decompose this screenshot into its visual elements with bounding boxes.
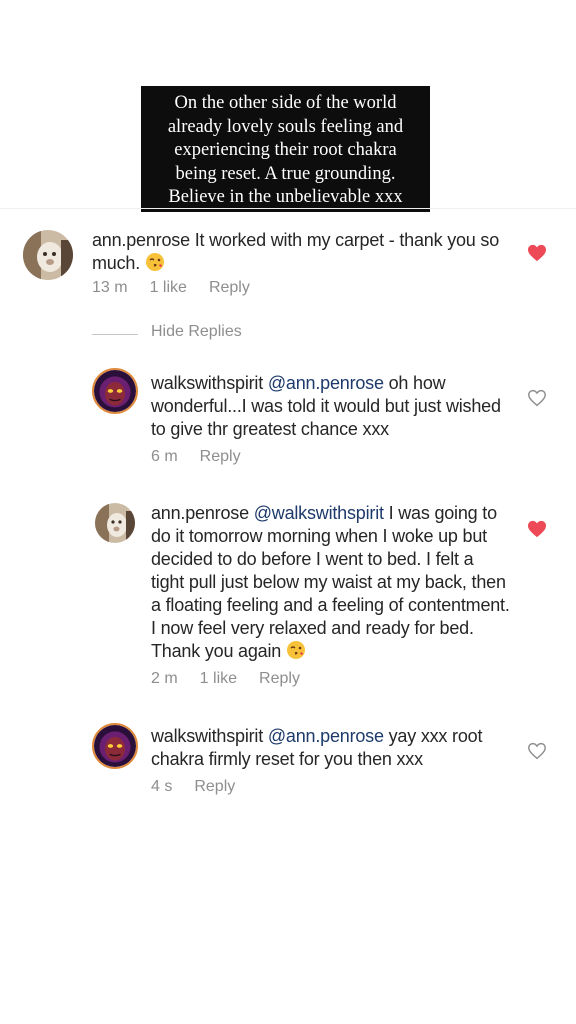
hide-replies-button[interactable]: Hide Replies (151, 323, 242, 341)
heart-icon-filled[interactable] (527, 244, 547, 262)
comment-text: to give thr greatest chance xxx (151, 419, 389, 439)
heart-icon-filled[interactable] (527, 520, 547, 538)
comment-time: 2 m (151, 670, 178, 687)
reply-button[interactable]: Reply (200, 448, 241, 465)
mention-link[interactable]: @ann.penrose (268, 373, 384, 393)
comment-likes[interactable]: 1 like (150, 279, 187, 296)
comment-username[interactable]: ann.penrose (151, 503, 249, 523)
mention-link[interactable]: @ann.penrose (268, 726, 384, 746)
story-caption: On the other side of the world already l… (141, 86, 430, 212)
comment-text: I now feel very relaxed and ready for be… (151, 618, 474, 638)
comment-text: a floating feeling and a feeling of cont… (151, 595, 510, 615)
thread-line (92, 334, 138, 335)
caption-line: being reset. A true grounding. (175, 163, 396, 184)
comment-text: Thank you again (151, 641, 282, 661)
heart-icon-outline[interactable] (527, 389, 547, 407)
avatar[interactable] (92, 723, 138, 769)
heart-icon-outline[interactable] (527, 742, 547, 760)
avatar[interactable] (92, 368, 138, 414)
comment-username[interactable]: ann.penrose (92, 230, 190, 250)
comment-text: decided to do before I went to bed. I fe… (151, 549, 474, 569)
comment-text: tight pull just below my waist at my bac… (151, 572, 506, 592)
comment-username[interactable]: walkswithspirit (151, 726, 263, 746)
caption-line: already lovely souls feeling and (167, 116, 404, 137)
kiss-face-emoji (145, 253, 164, 271)
comment-text: chakra firmly reset for you then xxx (151, 749, 423, 769)
comment-time: 13 m (92, 279, 128, 296)
reply-button[interactable]: Reply (259, 670, 300, 687)
caption-line: Believe in the unbelievable xxx (168, 187, 403, 207)
caption-line: experiencing their root chakra (174, 140, 397, 160)
avatar[interactable] (95, 503, 135, 543)
comment-text: wonderful...I was told it would but just… (151, 396, 501, 416)
reply-button[interactable]: Reply (209, 279, 250, 296)
reply-button[interactable]: Reply (194, 778, 235, 795)
comment-text: It worked with my carpet - thank you so (194, 230, 500, 250)
comment-text: yay xxx root (388, 726, 483, 746)
comment-text: do it tomorrow morning when I woke up bu… (151, 526, 487, 546)
avatar[interactable] (23, 230, 73, 280)
comment-time: 4 s (151, 778, 173, 795)
comment-likes[interactable]: 1 like (200, 670, 237, 687)
caption-line: On the other side of the world (174, 93, 397, 113)
mention-link[interactable]: @walkswithspirit (254, 503, 384, 523)
comment-text: oh how (388, 373, 446, 393)
comment-text: much. (92, 253, 141, 273)
comment-username[interactable]: walkswithspirit (151, 373, 263, 393)
divider (0, 208, 576, 209)
kiss-face-emoji (286, 641, 305, 659)
comment-time: 6 m (151, 448, 178, 465)
comment-text: I was going to (388, 503, 497, 523)
